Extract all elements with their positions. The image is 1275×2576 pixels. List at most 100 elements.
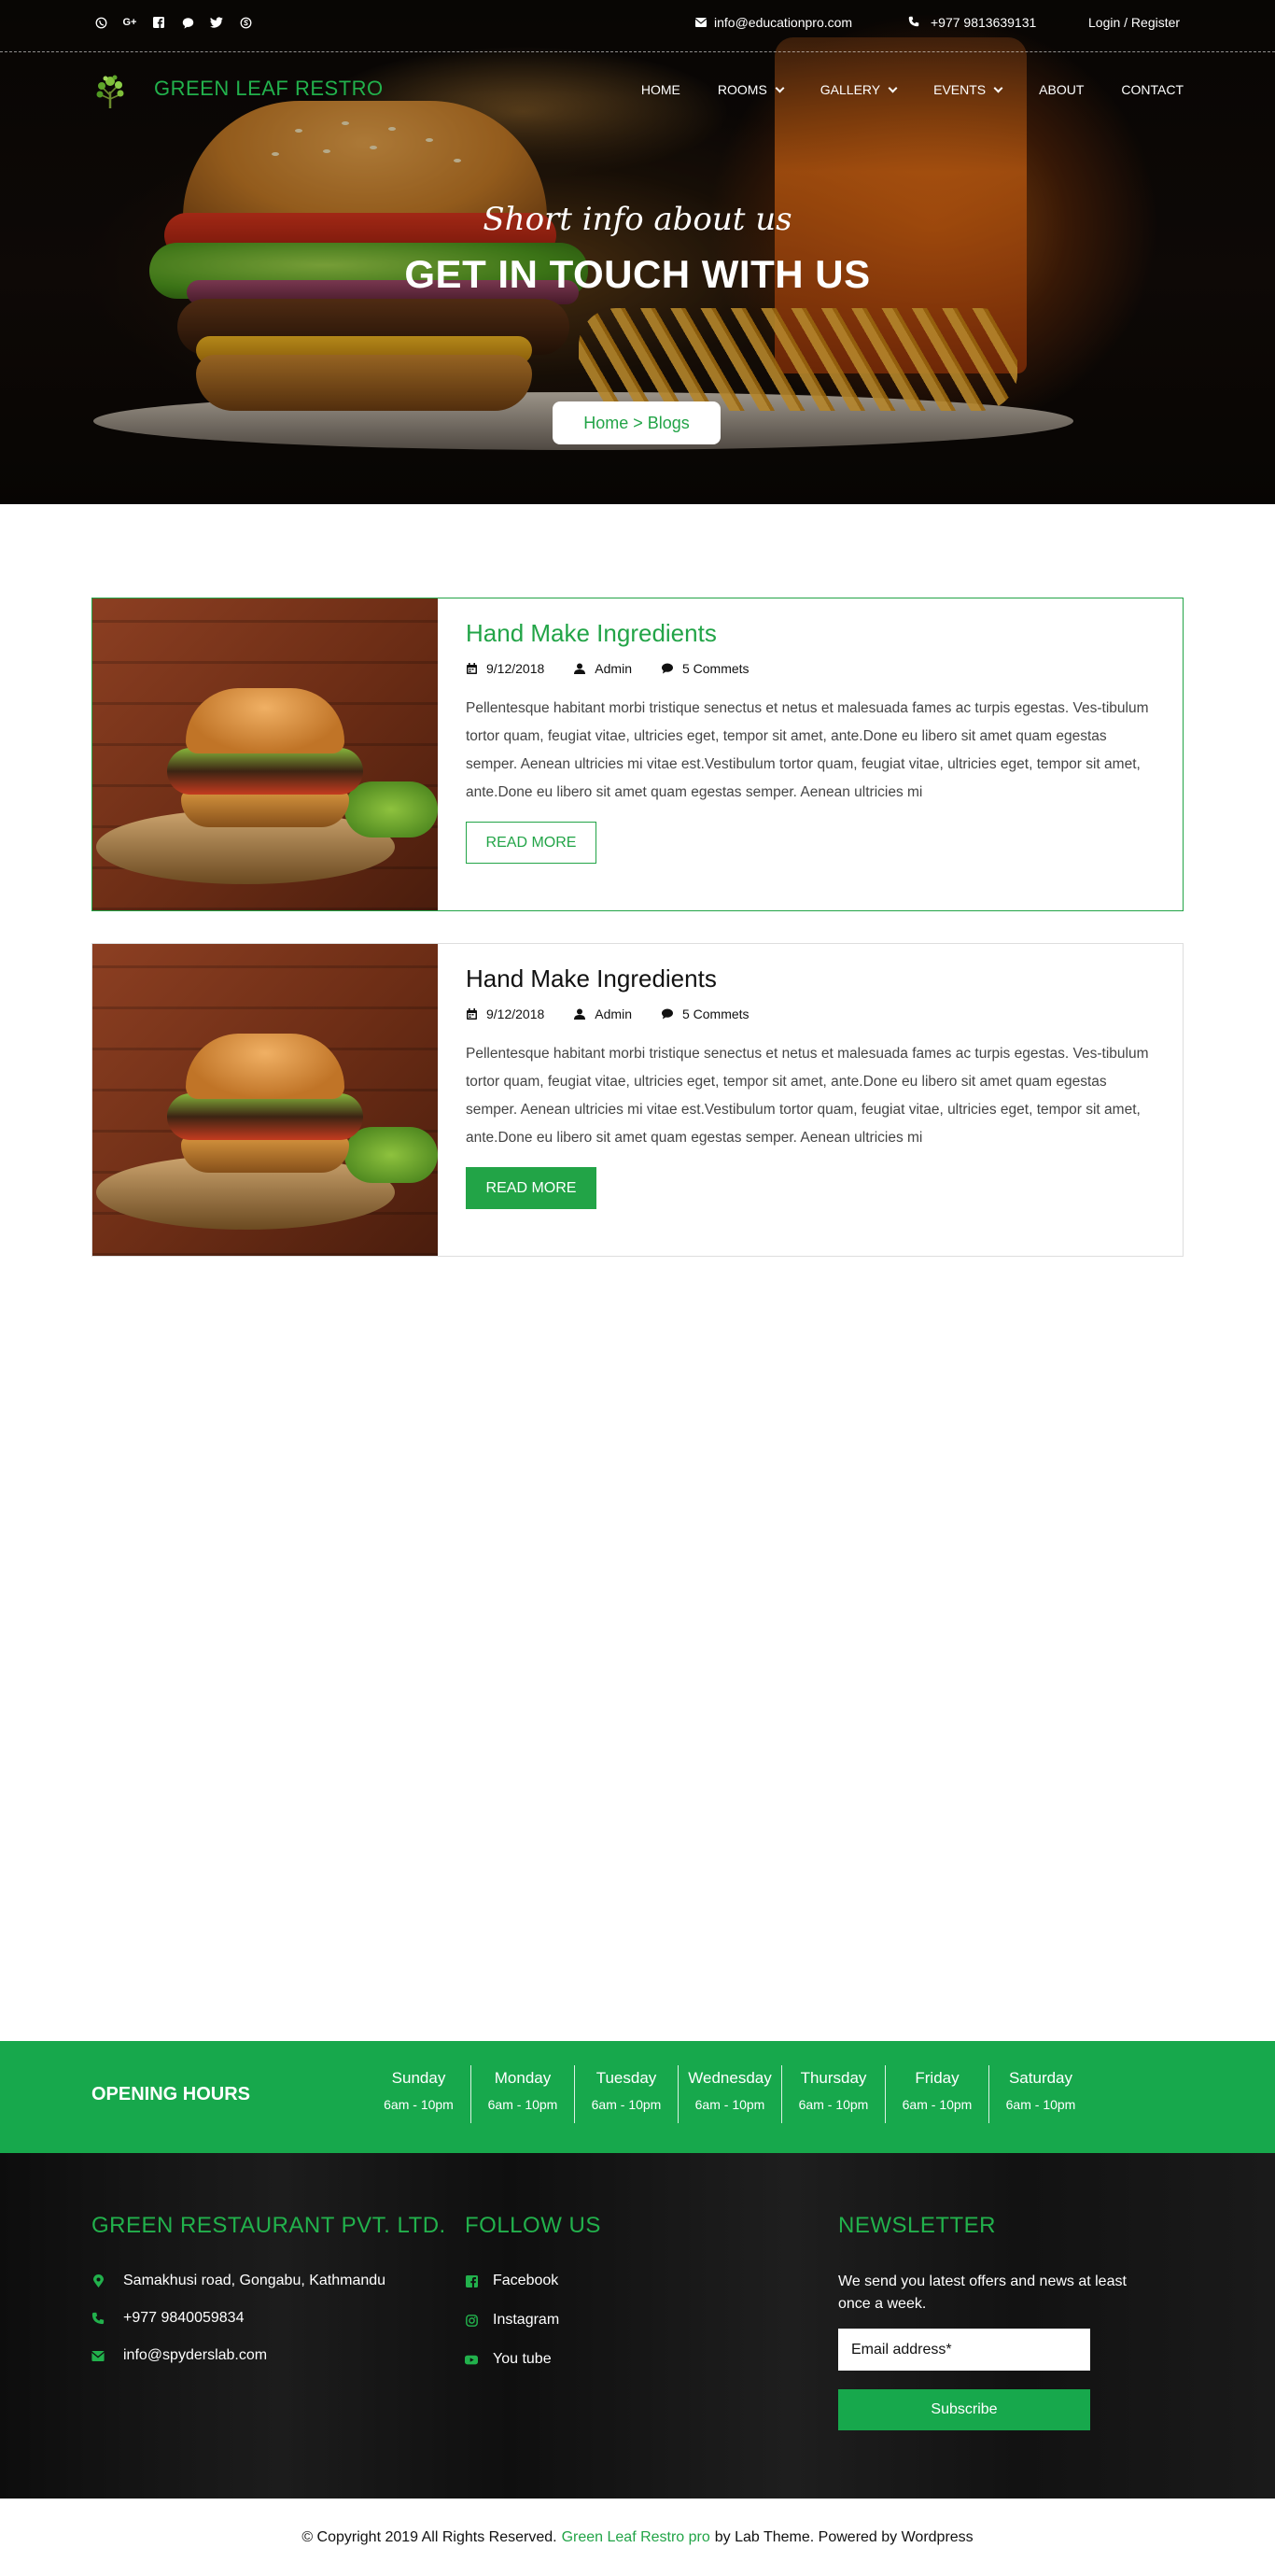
user-icon bbox=[574, 663, 586, 674]
nav-label: CONTACT bbox=[1121, 82, 1184, 97]
post-image[interactable] bbox=[92, 598, 438, 910]
youtube-icon bbox=[465, 2353, 478, 2366]
top-email[interactable]: info@educationpro.com bbox=[694, 15, 853, 30]
day-time: 6am - 10pm bbox=[798, 2097, 869, 2112]
messenger-icon[interactable] bbox=[180, 15, 195, 30]
post-comments[interactable]: 5 Commets bbox=[661, 1006, 750, 1021]
burger-bun-image bbox=[186, 688, 344, 753]
nav-label: ABOUT bbox=[1039, 82, 1085, 97]
day-time: 6am - 10pm bbox=[1005, 2097, 1076, 2112]
nav-item-gallery[interactable]: GALLERY bbox=[820, 82, 898, 97]
top-phone[interactable]: +977 9813639131 bbox=[908, 15, 1036, 30]
follow-facebook-text: Facebook bbox=[493, 2273, 559, 2288]
read-more-button[interactable]: READ MORE bbox=[466, 1167, 596, 1209]
day-name: Sunday bbox=[391, 2069, 446, 2087]
post-date: 9/12/2018 bbox=[466, 661, 544, 676]
comment-icon bbox=[661, 1008, 673, 1020]
hours-day-thursday: Thursday 6am - 10pm bbox=[781, 2065, 885, 2123]
social-links: G+ bbox=[93, 15, 253, 30]
chevron-down-icon bbox=[993, 83, 1003, 92]
subscribe-button[interactable]: Subscribe bbox=[838, 2389, 1090, 2430]
nav-item-contact[interactable]: CONTACT bbox=[1121, 82, 1184, 97]
top-email-text: info@educationpro.com bbox=[714, 15, 853, 30]
post-title[interactable]: Hand Make Ingredients bbox=[466, 964, 1155, 993]
read-more-button[interactable]: READ MORE bbox=[466, 822, 596, 864]
burger-bottom-bun-image bbox=[181, 1135, 349, 1173]
post-author-text: Admin bbox=[595, 661, 632, 676]
post-title[interactable]: Hand Make Ingredients bbox=[466, 619, 1155, 648]
phone-icon bbox=[91, 2312, 105, 2325]
nav-menu: HOME ROOMS GALLERY EVENTS ABOUT CONTACT bbox=[641, 82, 1184, 97]
follow-youtube[interactable]: You tube bbox=[465, 2351, 601, 2368]
blog-post-card: Hand Make Ingredients 9/12/2018 Admin 5 … bbox=[91, 943, 1184, 1257]
hours-day-saturday: Saturday 6am - 10pm bbox=[988, 2065, 1092, 2123]
day-time: 6am - 10pm bbox=[694, 2097, 765, 2112]
copyright-brand-link[interactable]: Green Leaf Restro pro bbox=[562, 2529, 710, 2546]
post-author-text: Admin bbox=[595, 1006, 632, 1021]
post-date-text: 9/12/2018 bbox=[486, 661, 545, 676]
hours-day-tuesday: Tuesday 6am - 10pm bbox=[574, 2065, 678, 2123]
google-plus-icon[interactable]: G+ bbox=[122, 15, 137, 30]
envelope-icon bbox=[91, 2349, 105, 2362]
top-phone-text: +977 9813639131 bbox=[931, 15, 1037, 30]
follow-instagram-text: Instagram bbox=[493, 2312, 560, 2328]
nav-item-about[interactable]: ABOUT bbox=[1039, 82, 1084, 97]
newsletter-description: We send you latest offers and news at le… bbox=[838, 2273, 1127, 2312]
main-navbar: GREEN LEAF RESTRO HOME ROOMS GALLERY EVE… bbox=[0, 67, 1275, 116]
post-excerpt: Pellentesque habitant morbi tristique se… bbox=[466, 1046, 1149, 1146]
footer-company-title: GREEN RESTAURANT PVT. LTD. bbox=[91, 2213, 446, 2238]
map-marker-icon bbox=[91, 2274, 105, 2287]
post-comments-text: 5 Commets bbox=[681, 1006, 750, 1021]
post-author[interactable]: Admin bbox=[574, 661, 632, 676]
post-image[interactable] bbox=[92, 944, 438, 1256]
twitter-icon[interactable] bbox=[209, 15, 224, 30]
footer-phone-text: +977 9840059834 bbox=[123, 2310, 245, 2326]
newsletter-email-input[interactable]: Email address* bbox=[838, 2329, 1090, 2371]
post-date-text: 9/12/2018 bbox=[486, 1006, 545, 1021]
login-register-link[interactable]: Login / Register bbox=[1088, 15, 1180, 30]
nav-label: HOME bbox=[640, 82, 680, 97]
post-content: Hand Make Ingredients 9/12/2018 Admin 5 … bbox=[438, 944, 1183, 1256]
day-name: Saturday bbox=[1008, 2069, 1073, 2087]
nav-item-rooms[interactable]: ROOMS bbox=[717, 82, 785, 97]
user-icon bbox=[574, 1008, 586, 1020]
footer-email-text: info@spyderslab.com bbox=[123, 2347, 268, 2363]
envelope-icon bbox=[694, 15, 708, 30]
chevron-down-icon bbox=[888, 83, 898, 92]
post-meta: 9/12/2018 Admin 5 Commets bbox=[466, 661, 1155, 676]
post-author[interactable]: Admin bbox=[574, 1006, 632, 1021]
day-time: 6am - 10pm bbox=[384, 2097, 454, 2112]
hero-title: GET IN TOUCH WITH US bbox=[404, 252, 871, 296]
calendar-icon bbox=[466, 1008, 477, 1020]
footer-address-text: Samakhusi road, Gongabu, Kathmandu bbox=[123, 2273, 386, 2288]
leaf-tree-logo-icon[interactable] bbox=[93, 73, 127, 110]
top-bar: G+ info@educationpro.com +977 9813639131… bbox=[0, 0, 1275, 52]
post-comments-text: 5 Commets bbox=[681, 661, 750, 676]
day-time: 6am - 10pm bbox=[591, 2097, 662, 2112]
follow-instagram[interactable]: Instagram bbox=[465, 2312, 601, 2329]
hero-banner: G+ info@educationpro.com +977 9813639131… bbox=[0, 0, 1275, 504]
skype-icon[interactable] bbox=[238, 15, 253, 30]
day-name: Monday bbox=[494, 2069, 552, 2087]
facebook-icon[interactable] bbox=[151, 15, 166, 30]
footer-company: GREEN RESTAURANT PVT. LTD. Samakhusi roa… bbox=[91, 2213, 446, 2385]
day-time: 6am - 10pm bbox=[902, 2097, 973, 2112]
follow-facebook[interactable]: Facebook bbox=[465, 2273, 601, 2289]
nav-label: ROOMS bbox=[717, 82, 767, 97]
nav-item-home[interactable]: HOME bbox=[641, 82, 680, 97]
nav-item-events[interactable]: EVENTS bbox=[933, 82, 1003, 97]
post-excerpt: Pellentesque habitant morbi tristique se… bbox=[466, 700, 1149, 800]
footer-newsletter-title: NEWSLETTER bbox=[838, 2213, 997, 2238]
phone-icon bbox=[908, 15, 919, 30]
breadcrumb[interactable]: Home > Blogs bbox=[553, 401, 721, 444]
post-comments[interactable]: 5 Commets bbox=[661, 661, 750, 676]
day-time: 6am - 10pm bbox=[487, 2097, 558, 2112]
footer-email[interactable]: info@spyderslab.com bbox=[91, 2347, 446, 2364]
calendar-icon bbox=[466, 663, 477, 674]
hours-day-friday: Friday 6am - 10pm bbox=[885, 2065, 988, 2123]
burger-filling-image bbox=[167, 748, 363, 795]
footer-phone[interactable]: +977 9840059834 bbox=[91, 2310, 446, 2327]
post-meta: 9/12/2018 Admin 5 Commets bbox=[466, 1006, 1155, 1021]
brand-name[interactable]: GREEN LEAF RESTRO bbox=[154, 77, 384, 101]
viber-icon[interactable] bbox=[93, 15, 108, 30]
